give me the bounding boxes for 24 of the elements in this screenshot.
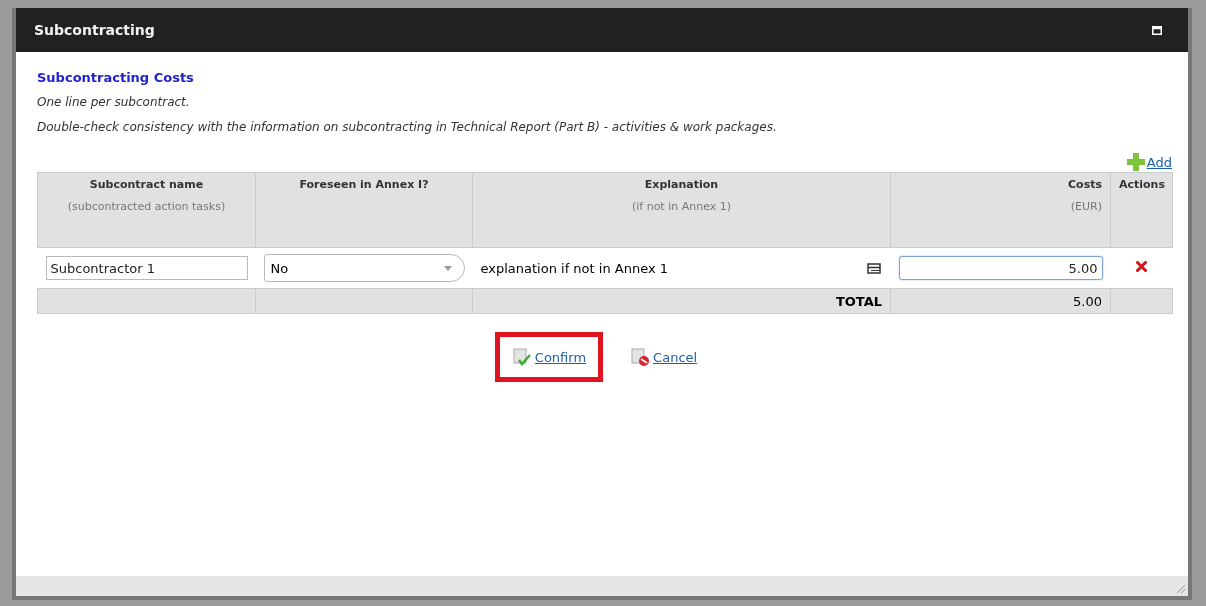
confirm-link[interactable]: Confirm	[534, 349, 587, 365]
add-link[interactable]: Add	[1146, 154, 1172, 170]
column-header: Foreseen in Annex I?	[255, 172, 473, 248]
window-title: Subcontracting	[34, 22, 155, 38]
column-header: Subcontract name (subcontracted action tasks)	[37, 172, 256, 248]
total-label: TOTAL	[835, 293, 882, 309]
resize-grip-icon[interactable]	[1176, 584, 1186, 594]
confirm-icon[interactable]	[511, 347, 532, 367]
column-header: Explanation (if not in Annex 1)	[472, 172, 891, 248]
cancel-link[interactable]: Cancel	[653, 349, 698, 365]
cancel-icon[interactable]	[630, 347, 651, 367]
note-text: Double-check consistency with the information on subcontracting in Technical Report (Part B) - activities & work packages.	[37, 120, 778, 134]
maximize-icon[interactable]	[1152, 25, 1162, 35]
name-field[interactable]: Subcontractor 1	[45, 256, 248, 280]
total-value: 5.00	[1073, 293, 1102, 309]
delete-icon[interactable]	[1136, 261, 1147, 272]
note-text: One line per subcontract.	[37, 95, 191, 109]
column-header: Costs (EUR)	[890, 172, 1111, 248]
cost-field[interactable]: 5.00	[898, 256, 1103, 280]
explanation-text: explanation if not in Annex 1	[480, 260, 668, 276]
caret-icon	[443, 265, 452, 271]
section-title: Subcontracting Costs	[37, 70, 195, 85]
window-icon[interactable]	[866, 262, 881, 274]
column-header: Actions	[1110, 172, 1173, 248]
